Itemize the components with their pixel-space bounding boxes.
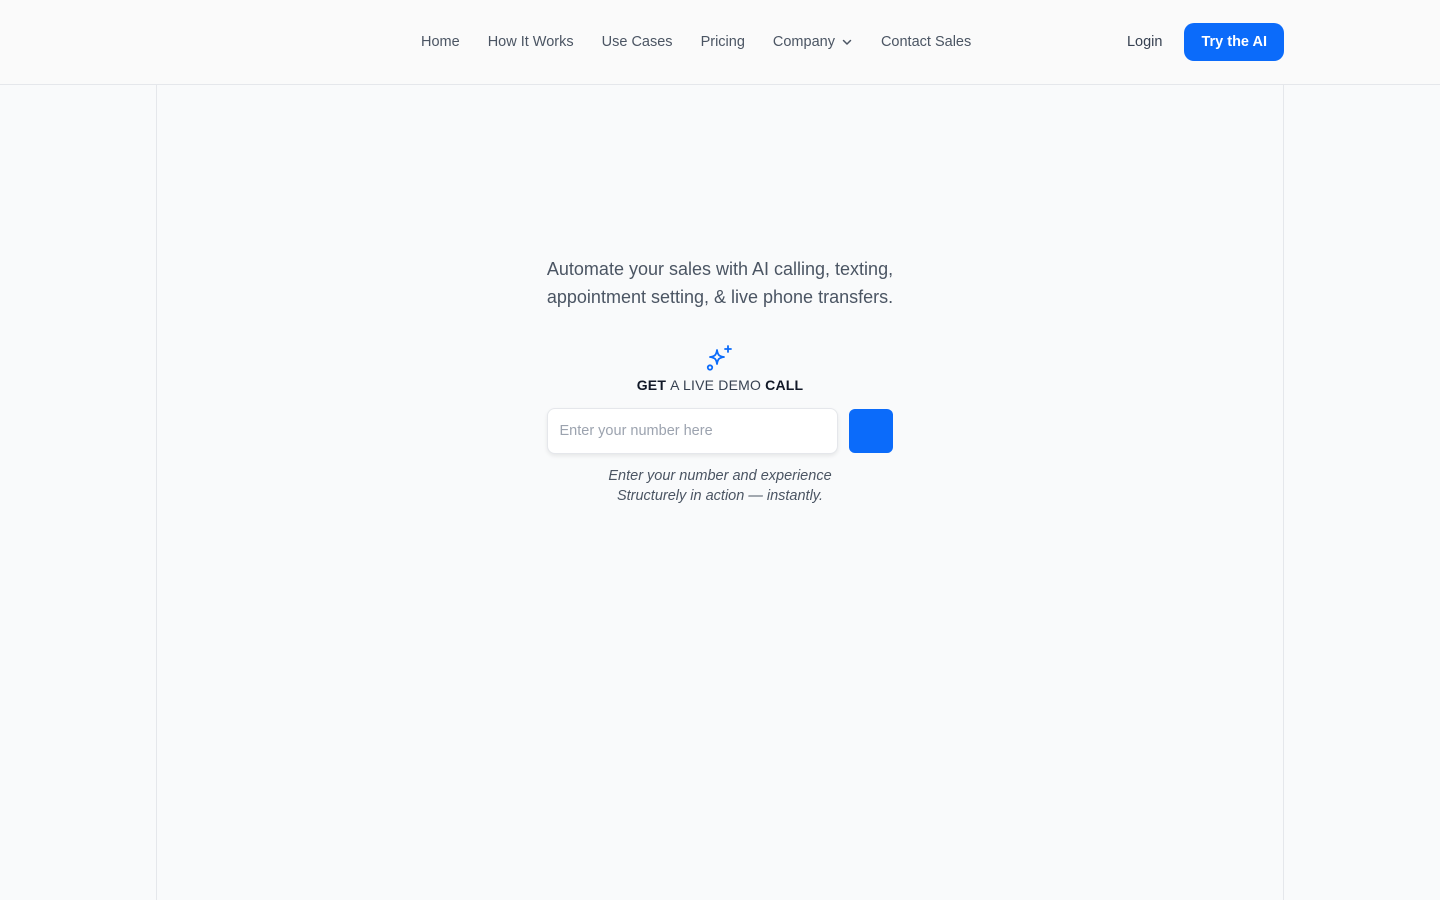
hero-tagline: Automate your sales with AI calling, tex…: [520, 255, 920, 311]
hero-section: Automate your sales with AI calling, tex…: [0, 255, 1440, 506]
sparkles-icon: [706, 345, 732, 371]
nav-home[interactable]: Home: [421, 34, 460, 50]
demo-label-start: GET: [636, 377, 671, 393]
nav-use-cases[interactable]: Use Cases: [602, 34, 673, 50]
nav-pricing[interactable]: Pricing: [701, 34, 745, 50]
phone-number-input[interactable]: [546, 408, 838, 454]
submit-number-button[interactable]: [848, 409, 893, 453]
header-actions: Login Try the AI: [1127, 23, 1284, 61]
demo-call-label: GET A LIVE DEMO CALL: [0, 377, 1440, 393]
nav-how-it-works[interactable]: How It Works: [488, 34, 574, 50]
demo-label-end: CALL: [761, 377, 804, 393]
main-nav: Home How It Works Use Cases Pricing Comp…: [421, 0, 999, 84]
helper-text: Enter your number and experience Structu…: [0, 466, 1440, 506]
login-link[interactable]: Login: [1127, 34, 1162, 50]
nav-company-label: Company: [772, 34, 835, 50]
demo-label-middle: A LIVE DEMO: [670, 377, 762, 393]
nav-contact-sales[interactable]: Contact Sales: [881, 34, 971, 50]
chevron-down-icon: [841, 36, 853, 48]
try-the-ai-button[interactable]: Try the AI: [1184, 23, 1284, 61]
helper-line1: Enter your number and experience: [608, 468, 832, 484]
hero-tagline-line1: Automate your sales with AI calling, tex…: [546, 259, 894, 279]
hero-tagline-line2: appointment setting, & live phone transf…: [546, 287, 894, 307]
site-header: Home How It Works Use Cases Pricing Comp…: [0, 0, 1440, 85]
nav-company-dropdown[interactable]: Company: [773, 34, 853, 50]
helper-line2: Structurely in action — instantly.: [616, 488, 824, 504]
demo-form: [546, 408, 894, 454]
